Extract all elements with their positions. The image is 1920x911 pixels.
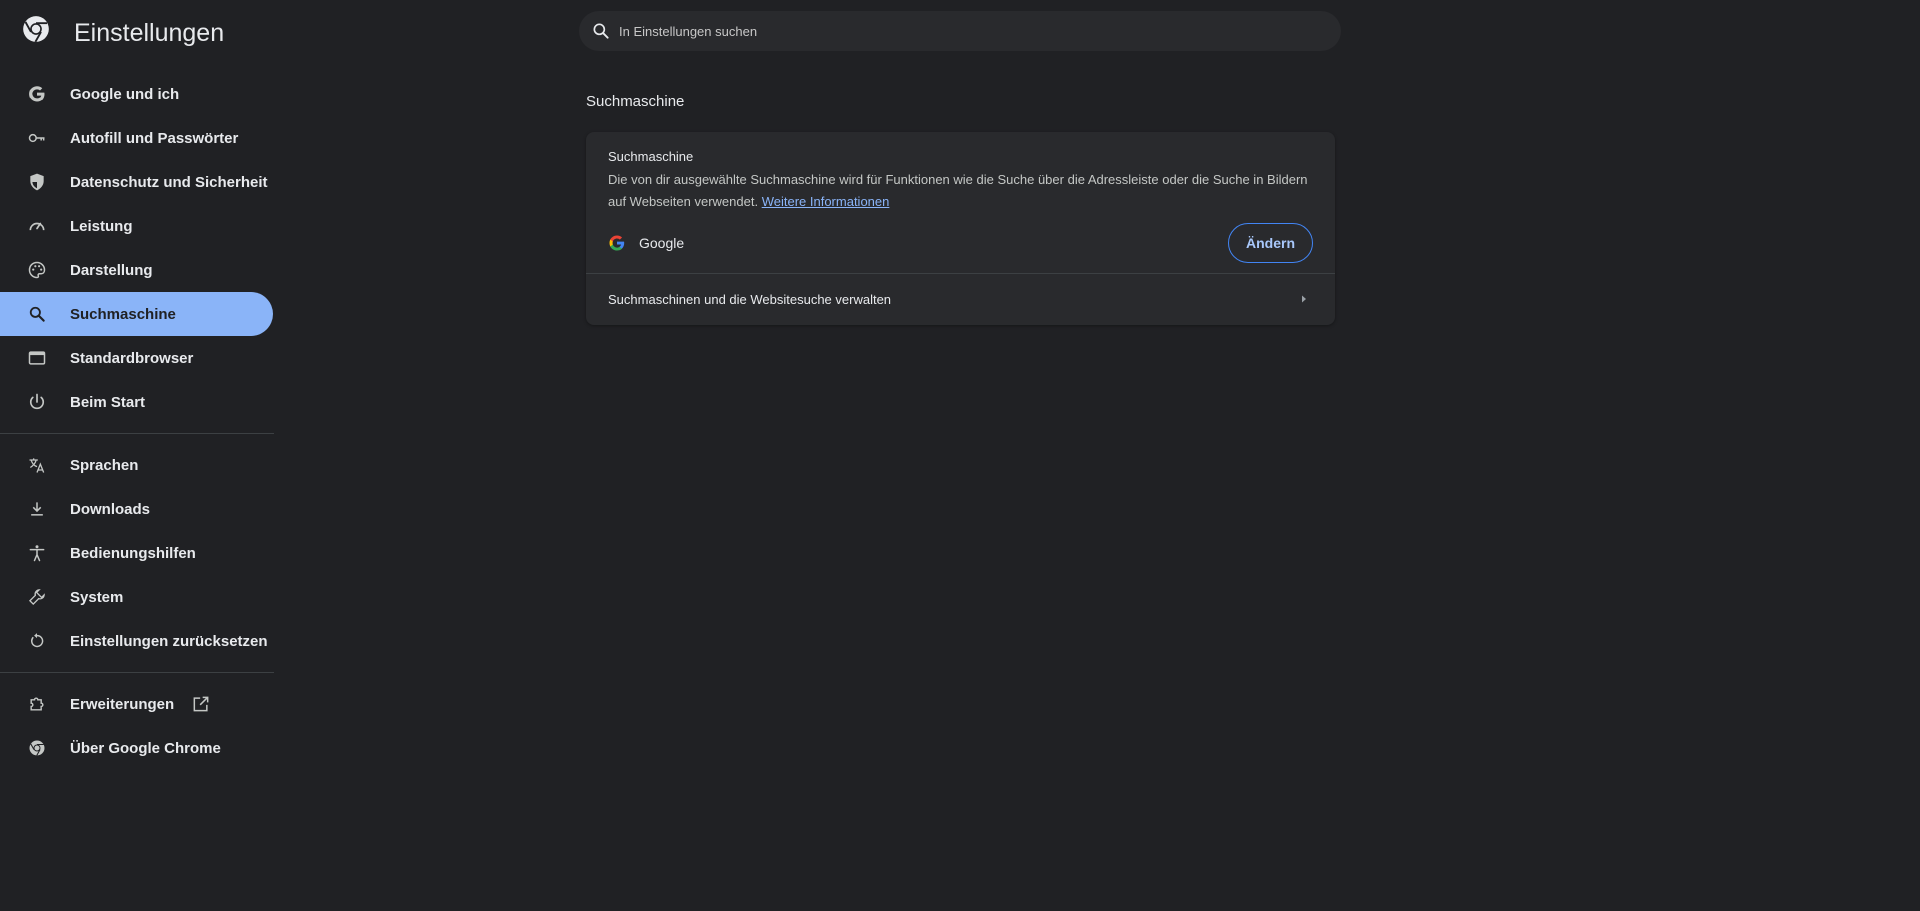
sidebar-item-autofill[interactable]: Autofill und Passwörter [0, 116, 273, 160]
sidebar-item-label: Autofill und Passwörter [70, 129, 239, 147]
search-box[interactable] [579, 11, 1341, 51]
sidebar-item-label: Downloads [70, 500, 151, 518]
power-icon [26, 391, 48, 413]
download-icon [26, 498, 48, 520]
translate-icon [26, 454, 48, 476]
chrome-icon [26, 737, 48, 759]
sidebar-item-label: Google und ich [70, 85, 180, 103]
sidebar-item-label: Darstellung [70, 261, 153, 279]
sidebar-item-standardbrowser[interactable]: Standardbrowser [0, 336, 273, 380]
sidebar-item-zuruecksetzen[interactable]: Einstellungen zurücksetzen [0, 619, 273, 663]
sidebar-item-label: Suchmaschine [70, 305, 176, 323]
search-icon [26, 303, 48, 325]
card-header: Suchmaschine Die von dir ausgewählte Suc… [608, 148, 1308, 213]
shield-icon [26, 171, 48, 193]
open-in-new-icon [193, 696, 209, 712]
sidebar-divider [0, 433, 274, 434]
sidebar-item-label: Sprachen [70, 456, 139, 474]
arrow-right-icon [1302, 295, 1306, 303]
engine-row: Google Ändern [608, 223, 1313, 263]
manage-search-engines-label: Suchmaschinen und die Websitesuche verwa… [608, 292, 892, 307]
google-icon [26, 83, 48, 105]
sidebar-item-label: Über Google Chrome [70, 739, 221, 757]
google-logo-icon [609, 235, 625, 251]
sidebar-item-datenschutz[interactable]: Datenschutz und Sicherheit [0, 160, 273, 204]
palette-icon [26, 259, 48, 281]
description-text: Die von dir ausgewählte Suchmaschine wir… [608, 172, 1308, 209]
learn-more-link[interactable]: Weitere Informationen [762, 194, 890, 209]
sidebar-item-label: System [70, 588, 124, 606]
sidebar-item-label: Einstellungen zurücksetzen [70, 632, 268, 650]
sidebar-item-darstellung[interactable]: Darstellung [0, 248, 273, 292]
sidebar-item-label: Beim Start [70, 393, 146, 411]
brand: Einstellungen [22, 15, 224, 47]
wrench-icon [26, 586, 48, 608]
sidebar-item-sprachen[interactable]: Sprachen [0, 443, 273, 487]
sidebar: Google und ich Autofill und Passwörter D… [0, 72, 274, 770]
search-input[interactable] [619, 23, 1319, 39]
sidebar-item-leistung[interactable]: Leistung [0, 204, 273, 248]
sidebar-item-label: Datenschutz und Sicherheit [70, 173, 268, 191]
chrome-logo-icon [23, 16, 49, 43]
sidebar-item-label: Standardbrowser [70, 349, 194, 367]
change-engine-button[interactable]: Ändern [1228, 223, 1313, 263]
speedometer-icon [26, 215, 48, 237]
sidebar-item-erweiterungen[interactable]: Erweiterungen [0, 682, 273, 726]
sidebar-item-downloads[interactable]: Downloads [0, 487, 273, 531]
accessibility-icon [26, 542, 48, 564]
puzzle-icon [26, 693, 48, 715]
reset-icon [26, 630, 48, 652]
search-icon [593, 23, 609, 39]
engine-name: Google [639, 235, 685, 251]
sidebar-divider [0, 672, 274, 673]
sidebar-item-label: Leistung [70, 217, 133, 235]
browser-window-icon [26, 347, 48, 369]
sidebar-item-google-und-ich[interactable]: Google und ich [0, 72, 273, 116]
manage-search-engines-row[interactable]: Suchmaschinen und die Websitesuche verwa… [586, 274, 1335, 325]
sidebar-item-system[interactable]: System [0, 575, 273, 619]
sidebar-item-beim-start[interactable]: Beim Start [0, 380, 273, 424]
settings-app: Einstellungen Google und ich Autofill un… [0, 0, 1920, 911]
card-title: Suchmaschine [608, 149, 694, 164]
main-content: Suchmaschine Suchmaschine Die von dir au… [586, 92, 1335, 325]
search-engine-card: Suchmaschine Die von dir ausgewählte Suc… [586, 132, 1335, 325]
key-icon [26, 127, 48, 149]
page-title: Einstellungen [74, 19, 225, 47]
sidebar-item-label: Bedienungshilfen [70, 544, 196, 562]
sidebar-item-suchmaschine[interactable]: Suchmaschine [0, 292, 273, 336]
sidebar-item-ueber-chrome[interactable]: Über Google Chrome [0, 726, 273, 770]
sidebar-item-bedienungshilfen[interactable]: Bedienungshilfen [0, 531, 273, 575]
card-description: Die von dir ausgewählte Suchmaschine wir… [608, 169, 1308, 213]
section-title: Suchmaschine [586, 93, 685, 110]
header: Einstellungen [0, 0, 1920, 64]
sidebar-item-label: Erweiterungen [70, 695, 175, 713]
